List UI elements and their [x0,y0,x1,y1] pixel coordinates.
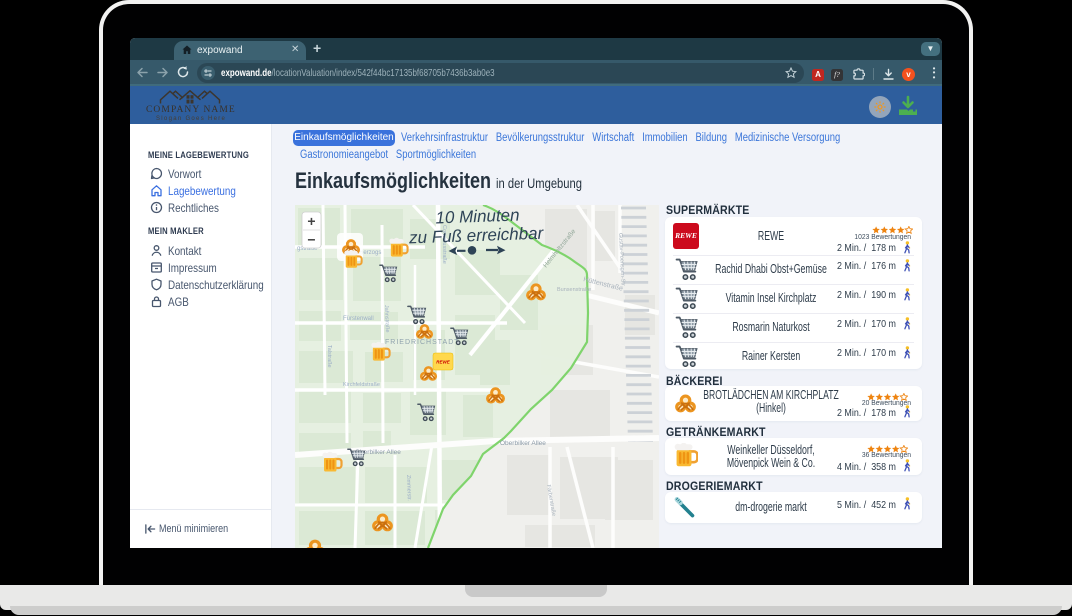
svg-text:−: − [307,232,315,248]
svg-text:REWE: REWE [436,360,450,365]
svg-text:Fürstenwall: Fürstenwall [343,316,374,322]
svg-text:FRIEDRICHSTADT: FRIEDRICHSTADT [385,339,460,346]
svg-text:Oberbilker Allee: Oberbilker Allee [500,440,546,447]
svg-text:Kirchfeldstraße: Kirchfeldstraße [343,382,380,388]
svg-text:Jahnstraße: Jahnstraße [383,305,390,333]
svg-text:Talstraße: Talstraße [326,345,332,368]
svg-text:Zimmerstr.: Zimmerstr. [405,475,412,502]
svg-text:+: + [307,213,315,229]
svg-text:Bunsenstraße: Bunsenstraße [557,287,591,293]
